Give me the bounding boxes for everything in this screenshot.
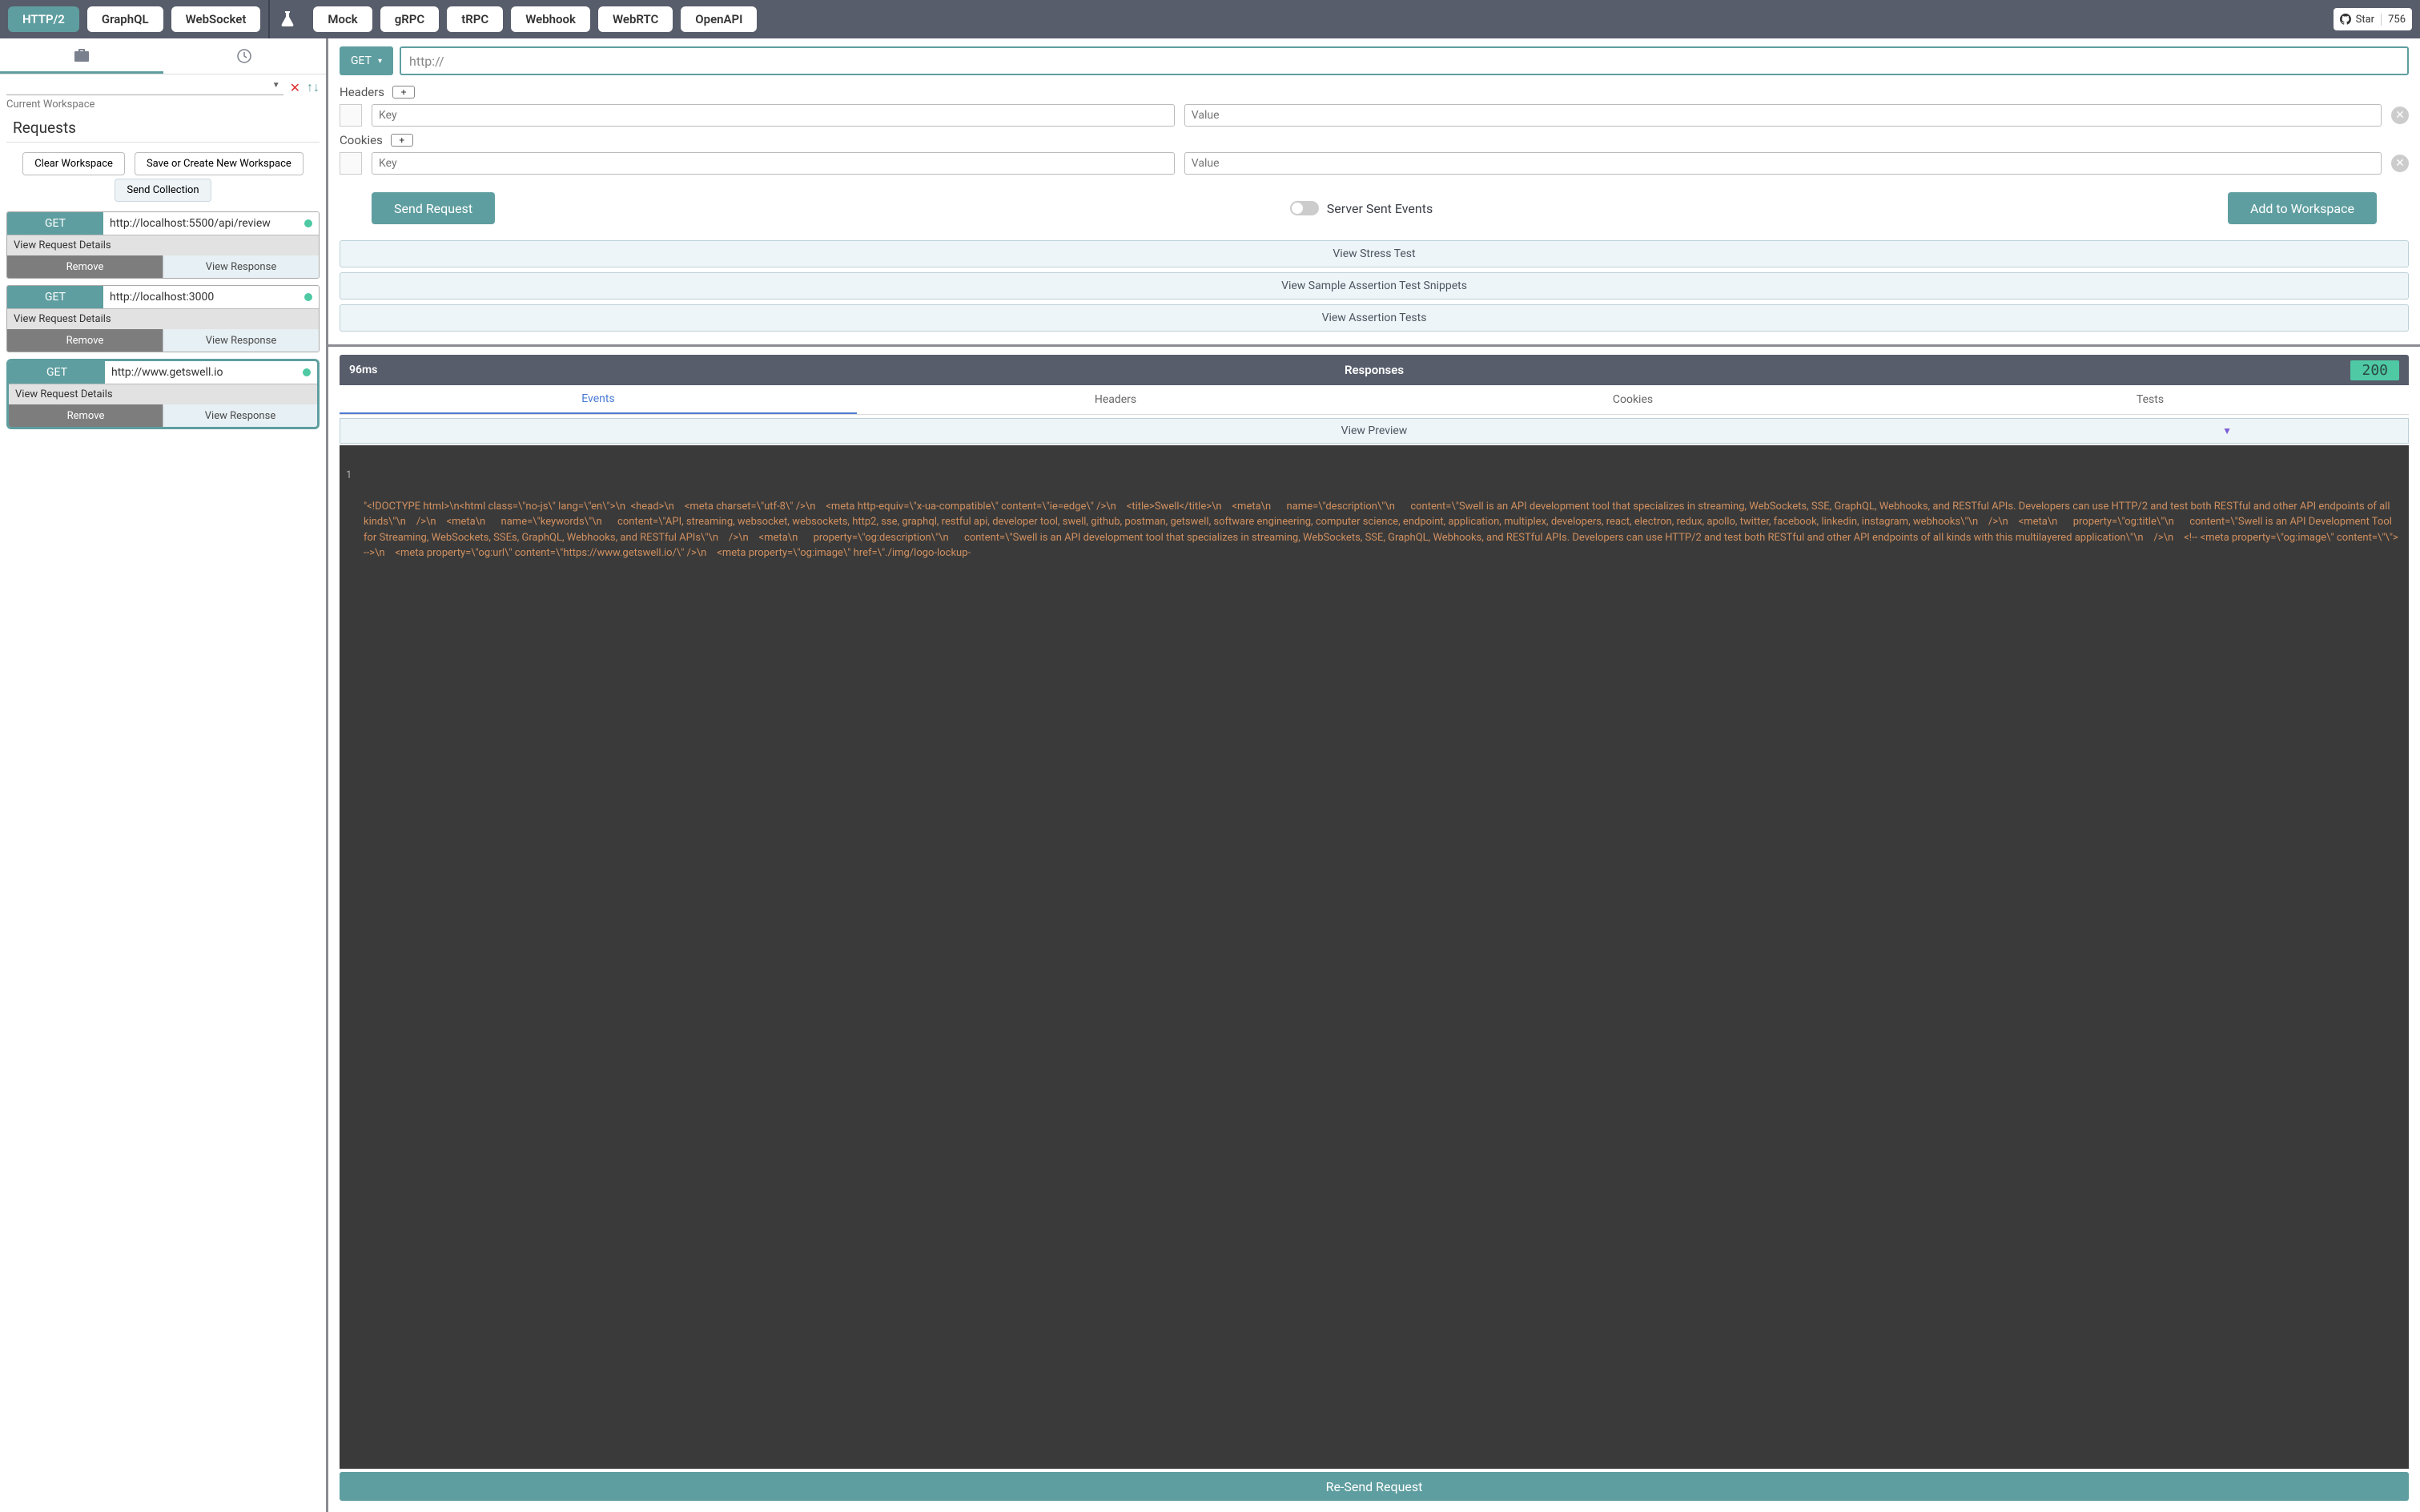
briefcase-icon [74,49,89,62]
top-toolbar: HTTP/2 GraphQL WebSocket Mock gRPC tRPC … [0,0,2420,38]
request-card: GET http://localhost:5500/api/review Vie… [6,211,320,279]
remove-button[interactable]: Remove [9,404,163,427]
response-title: Responses [1345,363,1404,377]
headers-label: Headers [340,85,384,99]
view-preview-button[interactable]: View Preview ▼ [340,418,2409,444]
sse-label: Server Sent Events [1327,201,1433,216]
header-value-input[interactable] [1184,104,2382,127]
view-details-button[interactable]: View Request Details [7,308,319,329]
star-count: 756 [2381,14,2406,26]
tab-mock[interactable]: Mock [313,6,372,32]
workspace-sort-icon[interactable]: ↑↓ [307,79,320,95]
method-dropdown[interactable]: GET [340,46,393,75]
assertion-snippets-expander[interactable]: View Sample Assertion Test Snippets [340,272,2409,300]
header-enable-checkbox[interactable] [340,104,362,127]
workspace-clear-icon[interactable]: ✕ [290,80,300,95]
status-dot-icon [304,293,312,301]
url-input[interactable] [400,46,2409,75]
tab-trpc[interactable]: tRPC [447,6,503,32]
cookies-section: Cookies + ✕ [340,133,2409,175]
clear-workspace-button[interactable]: Clear Workspace [22,152,125,175]
divider [268,0,270,38]
tab-events[interactable]: Events [340,385,857,414]
sidebar: ▼ ✕ ↑↓ Current Workspace Requests Clear … [0,38,328,1512]
response-status-badge: 200 [2350,360,2399,380]
workspace-dropdown[interactable]: ▼ [6,79,283,95]
sse-toggle[interactable] [1290,201,1319,215]
cookie-enable-checkbox[interactable] [340,152,362,175]
history-tab[interactable] [163,38,327,74]
status-dot-icon [304,219,312,227]
request-list: GET http://localhost:5500/api/review Vie… [0,205,326,436]
request-card-selected: GET http://www.getswell.io View Request … [6,359,320,429]
workspace-selector: ▼ ✕ ↑↓ [0,74,326,97]
protocol-tabs-right: Mock gRPC tRPC Webhook WebRTC OpenAPI [313,6,757,32]
clock-icon [237,49,251,63]
view-details-button[interactable]: View Request Details [9,384,317,404]
caret-down-icon: ▼ [272,81,280,90]
response-body[interactable]: 1 "<!DOCTYPE html>\n<html class=\"no-js\… [340,445,2409,1469]
assertion-tests-expander[interactable]: View Assertion Tests [340,304,2409,332]
header-key-input[interactable] [372,104,1175,127]
view-response-button[interactable]: View Response [163,404,317,427]
workspace-tab[interactable] [0,38,163,74]
request-method: GET [7,212,103,235]
tab-headers[interactable]: Headers [857,385,1374,414]
chevron-down-icon: ▼ [2222,425,2232,436]
github-star-button[interactable]: Star 756 [2334,8,2412,30]
remove-button[interactable]: Remove [7,255,163,278]
beaker-icon [278,11,297,27]
resend-request-button[interactable]: Re-Send Request [340,1472,2409,1501]
request-method: GET [7,286,103,308]
remove-button[interactable]: Remove [7,329,163,352]
response-header-bar: 96ms Responses 200 [340,355,2409,385]
status-dot-icon [303,368,311,376]
view-response-button[interactable]: View Response [163,329,319,352]
tab-webhook[interactable]: Webhook [511,6,590,32]
protocol-tabs-left: HTTP/2 GraphQL WebSocket [8,6,260,32]
sidebar-tabs [0,38,326,74]
tab-webrtc[interactable]: WebRTC [598,6,673,32]
cookie-value-input[interactable] [1184,152,2382,175]
tab-openapi[interactable]: OpenAPI [681,6,757,32]
send-request-button[interactable]: Send Request [372,192,495,224]
headers-section: Headers + ✕ [340,85,2409,127]
response-body-text: "<!DOCTYPE html>\n<html class=\"no-js\" … [348,499,2401,561]
tab-cookies[interactable]: Cookies [1374,385,1891,414]
send-collection-button[interactable]: Send Collection [115,179,211,202]
response-panel: 96ms Responses 200 Events Headers Cookie… [328,347,2420,1512]
cookies-label: Cookies [340,133,383,147]
add-to-workspace-button[interactable]: Add to Workspace [2228,192,2377,224]
response-time: 96ms [349,364,377,376]
request-url[interactable]: http://localhost:5500/api/review [103,212,319,235]
delete-header-icon[interactable]: ✕ [2391,107,2409,124]
stress-test-expander[interactable]: View Stress Test [340,240,2409,267]
add-header-button[interactable]: + [392,86,415,99]
cookie-key-input[interactable] [372,152,1175,175]
view-response-button[interactable]: View Response [163,255,319,278]
tab-grpc[interactable]: gRPC [380,6,440,32]
response-tabs: Events Headers Cookies Tests [340,385,2409,415]
current-workspace-label: Current Workspace [0,97,326,115]
requests-heading: Requests [6,115,320,143]
tab-websocket[interactable]: WebSocket [171,6,261,32]
add-cookie-button[interactable]: + [391,134,413,147]
content-area: GET Headers + ✕ Cookies + [328,38,2420,1512]
request-card: GET http://localhost:3000 View Request D… [6,285,320,352]
request-composer: GET Headers + ✕ Cookies + [328,38,2420,347]
tab-http2[interactable]: HTTP/2 [8,6,79,32]
tab-graphql[interactable]: GraphQL [87,6,163,32]
request-url[interactable]: http://www.getswell.io [105,361,317,384]
view-details-button[interactable]: View Request Details [7,235,319,255]
request-url[interactable]: http://localhost:3000 [103,286,319,308]
save-workspace-button[interactable]: Save or Create New Workspace [135,152,304,175]
request-method: GET [9,361,105,384]
github-icon [2340,14,2351,25]
line-number: 1 [346,468,352,484]
star-label: Star [2356,14,2374,26]
delete-cookie-icon[interactable]: ✕ [2391,155,2409,172]
tab-tests[interactable]: Tests [1891,385,2409,414]
